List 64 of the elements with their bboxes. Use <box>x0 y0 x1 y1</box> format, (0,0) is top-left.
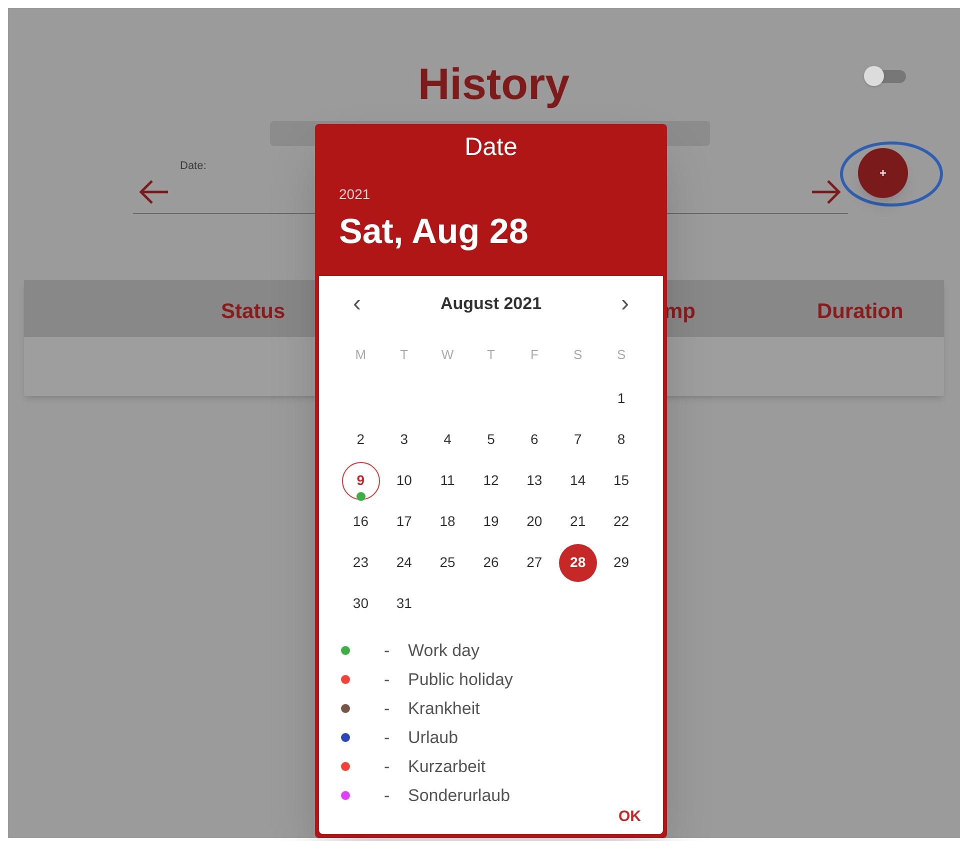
day-cell[interactable]: 10 <box>385 462 424 500</box>
day-cell[interactable]: 29 <box>602 544 640 582</box>
day-cell[interactable]: 17 <box>385 502 424 540</box>
day-cell[interactable]: 2 <box>342 420 380 458</box>
year-label[interactable]: 2021 <box>339 184 370 205</box>
month-label: August 2021 <box>440 293 542 316</box>
day-cell[interactable]: 8 <box>602 420 640 458</box>
weekday-label: T <box>399 346 410 364</box>
day-cell[interactable]: 1 <box>602 380 640 418</box>
day-cell[interactable]: 11 <box>428 462 467 500</box>
weekday-label: F <box>529 346 540 364</box>
legend-dash: - <box>384 784 391 807</box>
day-cell[interactable]: 19 <box>472 502 510 540</box>
day-cell[interactable]: 26 <box>472 544 510 582</box>
left-arrow-icon[interactable] <box>138 178 170 206</box>
day-cell[interactable]: 3 <box>385 420 424 458</box>
weekday-label: T <box>486 346 496 364</box>
legend-dash: - <box>384 640 391 662</box>
legend-label: Public holiday <box>408 668 513 691</box>
day-cell[interactable]: 16 <box>342 502 380 540</box>
weekday-label: S <box>616 346 627 364</box>
day-cell[interactable]: 13 <box>515 462 554 500</box>
day-cell[interactable]: 27 <box>515 544 554 582</box>
previous-month-button[interactable]: ‹ <box>353 286 361 322</box>
weekday-label: M <box>354 346 368 364</box>
add-button[interactable] <box>858 148 908 198</box>
plus-icon <box>879 169 887 177</box>
right-arrow-icon[interactable] <box>810 178 842 206</box>
selected-date: Sat, Aug 28 <box>339 211 528 253</box>
day-cell[interactable]: 5 <box>472 420 510 458</box>
legend-dash: - <box>384 698 391 720</box>
field-label: Date: <box>180 159 206 174</box>
day-cell[interactable]: 25 <box>428 544 467 582</box>
dialog-title: Date <box>464 132 518 162</box>
day-cell[interactable]: 31 <box>385 584 424 622</box>
legend-label: Krankheit <box>408 698 480 720</box>
day-cell[interactable]: 12 <box>472 462 510 500</box>
day-cell[interactable]: 6 <box>515 420 554 458</box>
next-month-button[interactable]: › <box>621 286 629 322</box>
day-cell[interactable]: 30 <box>342 584 380 622</box>
page-title: History <box>418 59 570 111</box>
day-cell[interactable]: 22 <box>602 502 640 540</box>
day-cell[interactable]: 15 <box>602 462 640 500</box>
day-cell[interactable]: 21 <box>558 502 597 540</box>
legend-label: Urlaub <box>408 726 458 749</box>
legend-dash: - <box>384 726 391 749</box>
day-cell[interactable]: 14 <box>558 462 597 500</box>
day-cell[interactable]: 23 <box>342 544 380 582</box>
legend-label: Sonderurlaub <box>408 784 510 807</box>
day-cell[interactable]: 18 <box>428 502 467 540</box>
ok-button[interactable]: OK <box>614 806 645 828</box>
day-cell[interactable]: 4 <box>428 420 467 458</box>
day-cell[interactable]: 24 <box>385 544 424 582</box>
day-cell[interactable]: 20 <box>515 502 554 540</box>
day-cell[interactable]: 28 <box>558 544 597 582</box>
weekday-label: S <box>572 346 584 364</box>
legend-label: Work day <box>408 640 480 662</box>
column-header: Status <box>221 299 286 325</box>
legend-label: Kurzarbeit <box>408 756 486 778</box>
legend-dash: - <box>384 756 391 778</box>
weekday-label: W <box>440 346 455 364</box>
day-cell[interactable]: 7 <box>558 420 597 458</box>
column-header: Duration <box>817 299 904 325</box>
legend-dash: - <box>384 668 391 691</box>
